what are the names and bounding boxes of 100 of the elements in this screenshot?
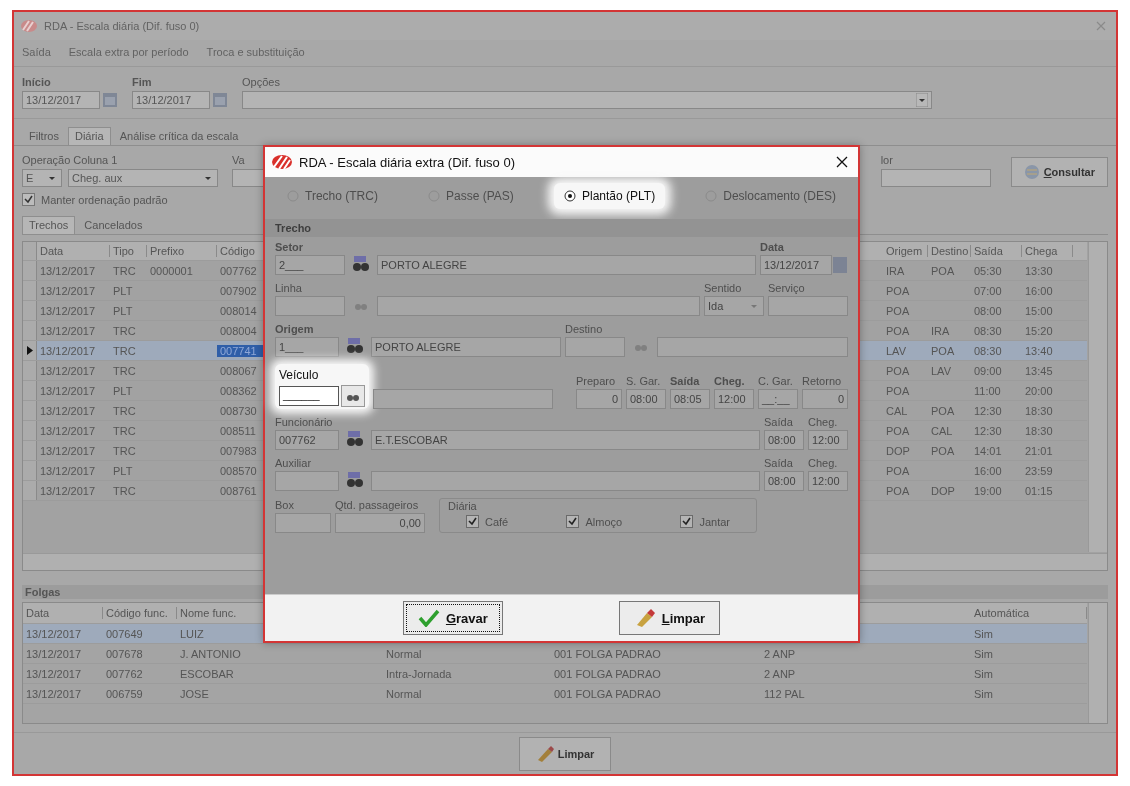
radio-option[interactable]: Plantão (PLT) [554,183,666,209]
column-header[interactable]: Prefixo [147,245,217,257]
input-field[interactable]: __:__ [758,389,798,409]
field-label: Retorno [802,375,843,387]
table-cell-text: 008067 [219,364,258,377]
date-field[interactable]: 13/12/2017 [22,91,100,109]
row-header-cell[interactable] [23,421,37,440]
calendar-icon[interactable] [212,91,228,109]
input-field[interactable]: 08:00 [626,389,666,409]
checkbox[interactable] [680,515,694,528]
input-field[interactable]: 08:05 [670,389,710,409]
input-field[interactable] [657,337,848,357]
row-header-cell[interactable] [23,481,37,500]
input-field[interactable] [275,513,331,533]
input-field[interactable] [377,296,700,316]
table-cell-text: JOSE [179,687,210,700]
dropdown-arrow-icon [916,93,928,107]
input-field[interactable]: PORTO ALEGRE [377,255,756,275]
input-field[interactable]: 08:00 [764,430,804,450]
input-field[interactable]: ______ [279,386,339,406]
input-field[interactable]: 1___ [275,337,339,357]
table-cell-text: PLT [112,304,134,317]
input-field[interactable]: 08:00 [764,471,804,491]
row-header-cell[interactable] [23,401,37,420]
tab[interactable]: Cancelados [77,216,150,234]
row-header-cell[interactable] [23,301,37,320]
field-label: Cheg. [808,457,839,469]
radio-option[interactable]: Trecho (TRC) [277,183,388,209]
input-field[interactable] [275,471,339,491]
clear-button[interactable]: Limpar [618,601,721,635]
row-header-cell[interactable] [23,261,37,280]
scrollbar[interactable] [1088,242,1107,552]
logo-icon [271,154,293,170]
table-row[interactable]: 13/12/2017 007678 J. ANTONIO Normal 001 FOLGA PADRAO 2 ANP Sim [23,644,1087,664]
row-header-cell[interactable] [23,281,37,300]
table-cell-text: POA [885,464,911,477]
input-field[interactable]: 2___ [275,255,345,275]
direction-dropdown[interactable]: Ida [704,296,764,316]
radio-option[interactable]: Passe (PAS) [418,183,524,209]
menu-item[interactable]: Saída [22,46,51,58]
consult-button[interactable]: Consultar [1010,157,1108,187]
column-header[interactable]: Chega [1022,245,1073,257]
column-dropdown[interactable]: Cheg. aux [68,169,218,187]
menu-item[interactable]: Escala extra por período [68,46,189,58]
date-field[interactable]: 13/12/2017 [760,255,832,275]
menu-item[interactable]: Troca e substituição [206,46,305,58]
column-header[interactable]: Origem [883,245,928,257]
input-field[interactable]: 12:00 [808,430,848,450]
tab[interactable]: Diária [67,127,111,145]
calendar-icon[interactable] [102,91,118,109]
table-row[interactable]: 13/12/2017 007762 ESCOBAR Intra-Jornada 001 FOLGA PADRAO 2 ANP Sim [23,664,1087,684]
table-cell-text: TRC [112,324,137,337]
input-field[interactable] [880,169,991,187]
input-field[interactable] [371,471,760,491]
options-dropdown[interactable] [242,91,932,109]
radio-button-icon [564,190,576,202]
binoculars-icon [352,256,370,272]
input-field[interactable]: 007762 [275,430,339,450]
row-header-cell[interactable] [23,361,37,380]
input-field[interactable] [768,296,848,316]
row-header-cell[interactable] [23,341,37,360]
input-field[interactable]: 0 [576,389,622,409]
lookup-button[interactable] [341,385,365,407]
input-field[interactable]: E.T.ESCOBAR [371,430,760,450]
column-header[interactable]: Código func. [103,607,177,619]
input-field[interactable]: PORTO ALEGRE [371,337,561,357]
table-cell-text: 008362 [219,384,258,397]
column-header[interactable]: Data [23,607,103,619]
input-field[interactable]: 12:00 [714,389,754,409]
table-cell-text: 14:01 [973,444,1003,457]
row-header-cell[interactable] [23,321,37,340]
row-header-cell[interactable] [23,461,37,480]
tab[interactable]: Filtros [22,127,66,145]
row-header-cell[interactable] [23,441,37,460]
checkbox[interactable] [566,515,580,528]
tab[interactable]: Análise crítica da escala [112,127,246,145]
checkbox[interactable] [22,193,35,206]
row-header-cell[interactable] [23,381,37,400]
input-field[interactable] [275,296,345,316]
input-field[interactable]: 0 [802,389,848,409]
tab[interactable]: Trechos [22,216,76,234]
checkbox[interactable] [466,515,479,528]
column-header[interactable]: Data [37,245,110,257]
operator-dropdown[interactable]: E [22,169,62,187]
column-header[interactable]: Destino [928,245,971,257]
input-field[interactable]: 12:00 [808,471,848,491]
table-row[interactable]: 13/12/2017 006759 JOSE Normal 001 FOLGA PADRAO 112 PAL Sim [23,684,1087,704]
column-header[interactable]: Automática [971,607,1087,619]
date-field[interactable]: 13/12/2017 [132,91,210,109]
save-button[interactable]: Gravar [402,601,503,635]
scrollbar[interactable] [1088,603,1107,723]
clear-button[interactable]: Limpar [518,736,612,771]
column-header[interactable]: Saída [971,245,1022,257]
input-field[interactable] [373,389,553,409]
input-field[interactable] [565,337,625,357]
close-icon[interactable] [836,156,848,168]
column-header[interactable]: Tipo [110,245,147,257]
calendar-icon[interactable] [832,255,848,275]
input-field[interactable]: 0,00 [335,513,425,533]
radio-option[interactable]: Deslocamento (DES) [695,183,846,209]
